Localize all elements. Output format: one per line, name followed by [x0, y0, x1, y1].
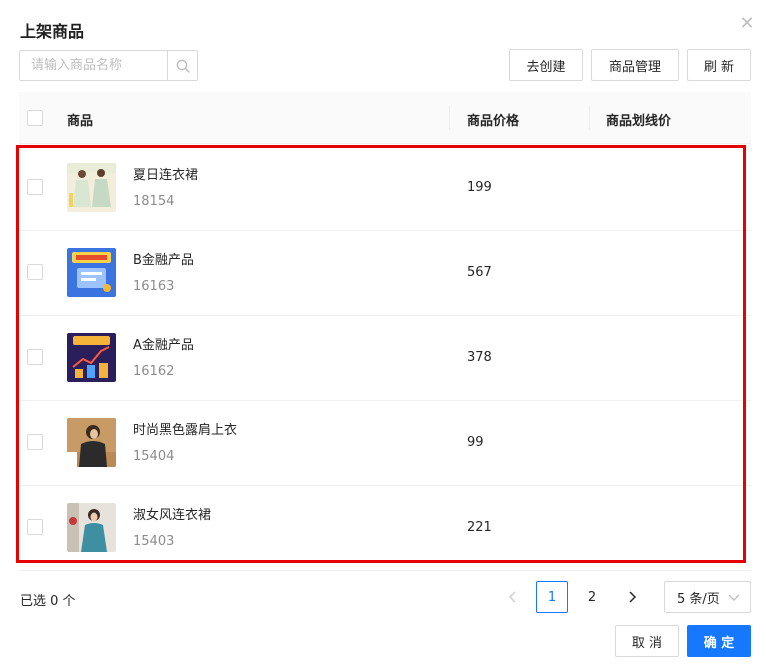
column-separator [449, 106, 450, 130]
chevron-left-icon [508, 591, 516, 603]
product-id: 15403 [133, 534, 175, 549]
product-name: 夏日连衣裙 [133, 168, 199, 183]
product-id: 15404 [133, 449, 175, 464]
product-name: B金融产品 [133, 253, 194, 268]
search-button[interactable] [167, 51, 197, 80]
table-row[interactable]: 夏日连衣裙 18154 199 [19, 146, 751, 231]
table-row[interactable]: 淑女风连衣裙 15403 221 [19, 486, 751, 571]
chevron-right-icon [629, 591, 637, 603]
column-strike-price: 商品划线价 [606, 114, 672, 129]
next-page-button[interactable] [616, 581, 648, 613]
product-thumbnail [67, 503, 116, 552]
row-checkbox[interactable] [27, 349, 43, 365]
column-product: 商品 [67, 114, 94, 129]
select-all-checkbox[interactable] [27, 110, 43, 126]
page-size-select[interactable]: 5 条/页 [664, 581, 751, 613]
product-price: 199 [467, 180, 492, 195]
product-name: A金融产品 [133, 338, 194, 353]
product-price: 99 [467, 435, 484, 450]
product-price: 567 [467, 265, 492, 280]
dialog-title: 上架商品 [20, 22, 85, 41]
page-size-label: 5 条/页 [677, 591, 720, 607]
product-name: 淑女风连衣裙 [133, 508, 212, 523]
refresh-button[interactable]: 刷 新 [687, 49, 751, 81]
selected-count: 已选 0 个 [20, 594, 76, 609]
row-checkbox[interactable] [27, 434, 43, 450]
product-id: 16162 [133, 364, 175, 379]
product-thumbnail [67, 163, 116, 212]
search-input[interactable] [20, 51, 167, 80]
row-checkbox[interactable] [27, 519, 43, 535]
table-row[interactable]: B金融产品 16163 567 [19, 231, 751, 316]
table-row[interactable]: A金融产品 16162 378 [19, 316, 751, 401]
table-header: 商品 商品价格 商品划线价 [19, 92, 751, 144]
cancel-button[interactable]: 取 消 [615, 625, 679, 657]
product-thumbnail [67, 248, 116, 297]
prev-page-button[interactable] [497, 581, 529, 613]
product-price: 378 [467, 350, 492, 365]
manage-products-button[interactable]: 商品管理 [591, 49, 679, 81]
search-box [19, 50, 198, 81]
product-name: 时尚黑色露肩上衣 [133, 423, 238, 438]
product-price: 221 [467, 520, 492, 535]
column-price: 商品价格 [467, 114, 520, 129]
page-2-button[interactable]: 2 [576, 581, 608, 613]
page-1-button[interactable]: 1 [536, 581, 568, 613]
product-thumbnail [67, 333, 116, 382]
product-thumbnail [67, 418, 116, 467]
column-separator [589, 106, 590, 130]
product-id: 18154 [133, 194, 175, 209]
search-icon [176, 59, 190, 73]
row-checkbox[interactable] [27, 264, 43, 280]
product-id: 16163 [133, 279, 175, 294]
table-row[interactable]: 时尚黑色露肩上衣 15404 99 [19, 401, 751, 486]
row-checkbox[interactable] [27, 179, 43, 195]
chevron-down-icon [728, 594, 740, 601]
confirm-button[interactable]: 确 定 [687, 625, 751, 657]
close-icon[interactable]: ✕ [737, 14, 757, 34]
create-button[interactable]: 去创建 [509, 49, 583, 81]
